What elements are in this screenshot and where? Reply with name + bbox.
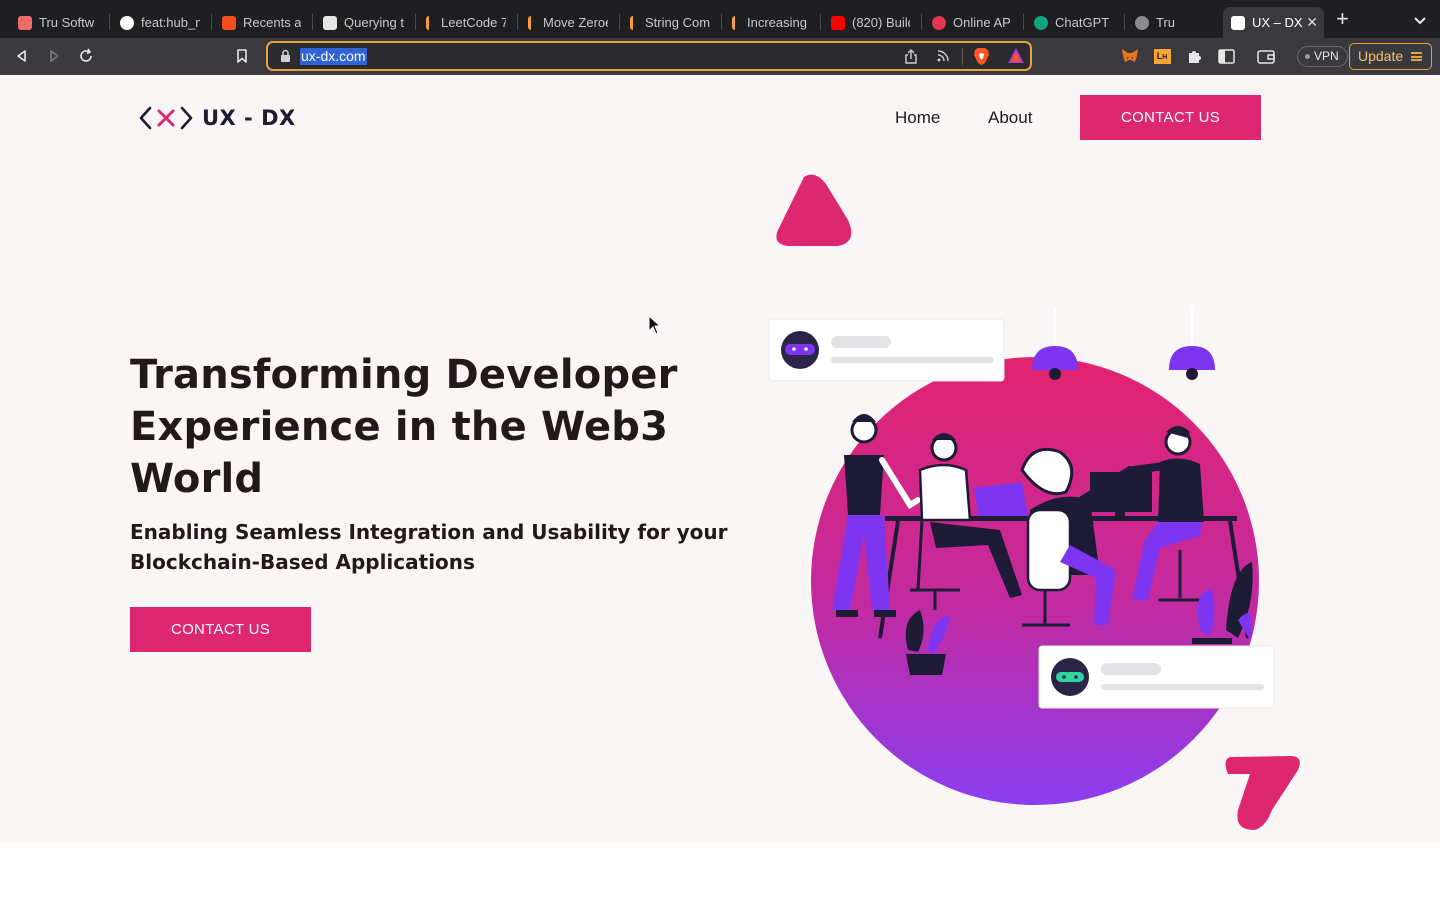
youtube-icon <box>831 15 845 30</box>
browser-tab-label: ChatGPT <box>1055 15 1110 30</box>
browser-tab-label: feat:hub_na <box>141 15 200 30</box>
share-icon[interactable] <box>904 49 918 65</box>
logo-text: UX - DX <box>202 106 296 130</box>
tab-separator <box>1023 14 1024 30</box>
browser-tab[interactable]: (820) Build <box>823 7 918 38</box>
browser-tab-label: Tru <box>1156 15 1176 30</box>
tab-separator <box>619 14 620 30</box>
browser-tab-label: Tru Softw <box>39 15 95 30</box>
browser-tab-label: String Com <box>645 15 710 30</box>
brave-rewards-icon[interactable] <box>1007 47 1025 64</box>
rss-feed-icon[interactable] <box>936 49 950 63</box>
browser-tab-label: Recents an <box>243 15 301 30</box>
uxdx-icon <box>1231 15 1245 30</box>
url-text[interactable]: ux-dx.com <box>300 48 367 65</box>
chatgpt-icon <box>1034 15 1048 30</box>
figma-icon <box>222 15 236 30</box>
page-below-fold <box>0 843 1440 900</box>
prisma-icon <box>323 15 337 30</box>
browser-tab-label: Querying th <box>344 15 404 30</box>
nav-contact-button[interactable]: CONTACT US <box>1080 95 1261 140</box>
hero-contact-button[interactable]: CONTACT US <box>130 607 311 652</box>
leetcode-icon <box>732 15 740 30</box>
brave-shield-icon[interactable] <box>973 47 990 66</box>
browser-toolbar: ux-dx.com LH VPN Update <box>0 38 1440 75</box>
tab-separator <box>211 14 212 30</box>
nav-home-link[interactable]: Home <box>895 108 940 128</box>
pink-seven-shape <box>1225 756 1300 830</box>
github-icon <box>120 15 134 30</box>
tab-separator <box>921 14 922 30</box>
tab-list-chevron-icon[interactable] <box>1412 12 1428 28</box>
browser-tab[interactable]: Move Zeroe <box>520 7 616 38</box>
forward-icon[interactable] <box>44 46 64 66</box>
mouse-cursor-icon <box>648 315 662 335</box>
leetcode-icon <box>426 15 434 30</box>
browser-tab[interactable]: Recents an <box>214 7 309 38</box>
extensions-puzzle-icon[interactable] <box>1184 46 1204 66</box>
back-icon[interactable] <box>12 46 32 66</box>
browser-tab-bar: Tru Softw feat:hub_na Recents an Querying t… <box>0 0 1440 38</box>
nav-about-link[interactable]: About <box>988 108 1032 128</box>
lh-extension-icon[interactable]: LH <box>1152 46 1172 66</box>
wallet-icon[interactable] <box>1256 46 1276 66</box>
browser-tab-label: LeetCode 7 <box>441 15 506 30</box>
lock-icon <box>281 49 290 62</box>
code-brackets-logo-icon <box>139 106 193 130</box>
address-bar[interactable]: ux-dx.com <box>266 41 1032 71</box>
update-label: Update <box>1358 48 1404 64</box>
chat-card-bottom <box>1038 645 1275 709</box>
browser-tab[interactable]: UX – DX ✕ <box>1223 7 1324 38</box>
vpn-button[interactable]: VPN <box>1297 46 1348 67</box>
menu-icon <box>1411 52 1422 61</box>
website-page: UX - DX Home About CONTACT US Transformi… <box>0 75 1440 843</box>
browser-tab[interactable]: ChatGPT <box>1026 7 1121 38</box>
close-tab-icon[interactable]: ✕ <box>1306 14 1318 31</box>
tab-separator <box>1124 14 1125 30</box>
browser-tab[interactable]: Online API <box>924 7 1020 38</box>
pendant-lamp-shape <box>1169 346 1215 370</box>
sidebar-toggle-icon[interactable] <box>1216 46 1236 66</box>
laptop-shape <box>974 482 1028 516</box>
tab-separator <box>721 14 722 30</box>
api-tester-icon <box>932 15 946 30</box>
browser-tab-label: UX – DX <box>1252 15 1303 30</box>
bookmark-icon[interactable] <box>232 46 252 66</box>
hero-title: Transforming Developer Experience in the… <box>130 352 678 502</box>
globe-icon <box>1135 15 1149 30</box>
browser-tab-label: Move Zeroe <box>543 15 608 30</box>
browser-tab[interactable]: LeetCode 7 <box>418 7 514 38</box>
tab-separator <box>820 14 821 30</box>
reload-icon[interactable] <box>76 46 96 66</box>
browser-tab[interactable]: feat:hub_na <box>112 7 208 38</box>
browser-tab[interactable]: Querying th <box>315 7 412 38</box>
tab-separator <box>415 14 416 30</box>
browser-tab[interactable]: Tru <box>1127 7 1217 38</box>
pendant-lamp-shape <box>1032 346 1078 370</box>
leetcode-icon <box>630 15 638 30</box>
new-tab-button[interactable]: + <box>1336 8 1349 30</box>
monitor-shape <box>1090 472 1152 512</box>
update-button[interactable]: Update <box>1349 43 1432 70</box>
team-collaboration-illustration <box>768 174 1300 830</box>
browser-tab[interactable]: Tru Softw <box>10 7 106 38</box>
chat-card-top <box>768 318 1005 382</box>
leetcode-icon <box>528 15 536 30</box>
pink-blob-shape <box>776 174 852 246</box>
tab-separator <box>517 14 518 30</box>
browser-tab[interactable]: String Com <box>622 7 718 38</box>
hero-subtitle: Enabling Seamless Integration and Usabil… <box>130 520 728 574</box>
browser-tab[interactable]: Increasing <box>724 7 817 38</box>
metamask-extension-icon[interactable] <box>1120 46 1140 66</box>
address-divider <box>962 48 963 65</box>
tab-separator <box>109 14 110 30</box>
browser-tab-label: (820) Build <box>852 15 910 30</box>
asana-icon <box>18 15 32 30</box>
site-logo[interactable]: UX - DX <box>138 105 296 131</box>
tab-separator <box>312 14 313 30</box>
browser-tab-label: Online API <box>953 15 1012 30</box>
browser-tab-label: Increasing <box>747 15 807 30</box>
